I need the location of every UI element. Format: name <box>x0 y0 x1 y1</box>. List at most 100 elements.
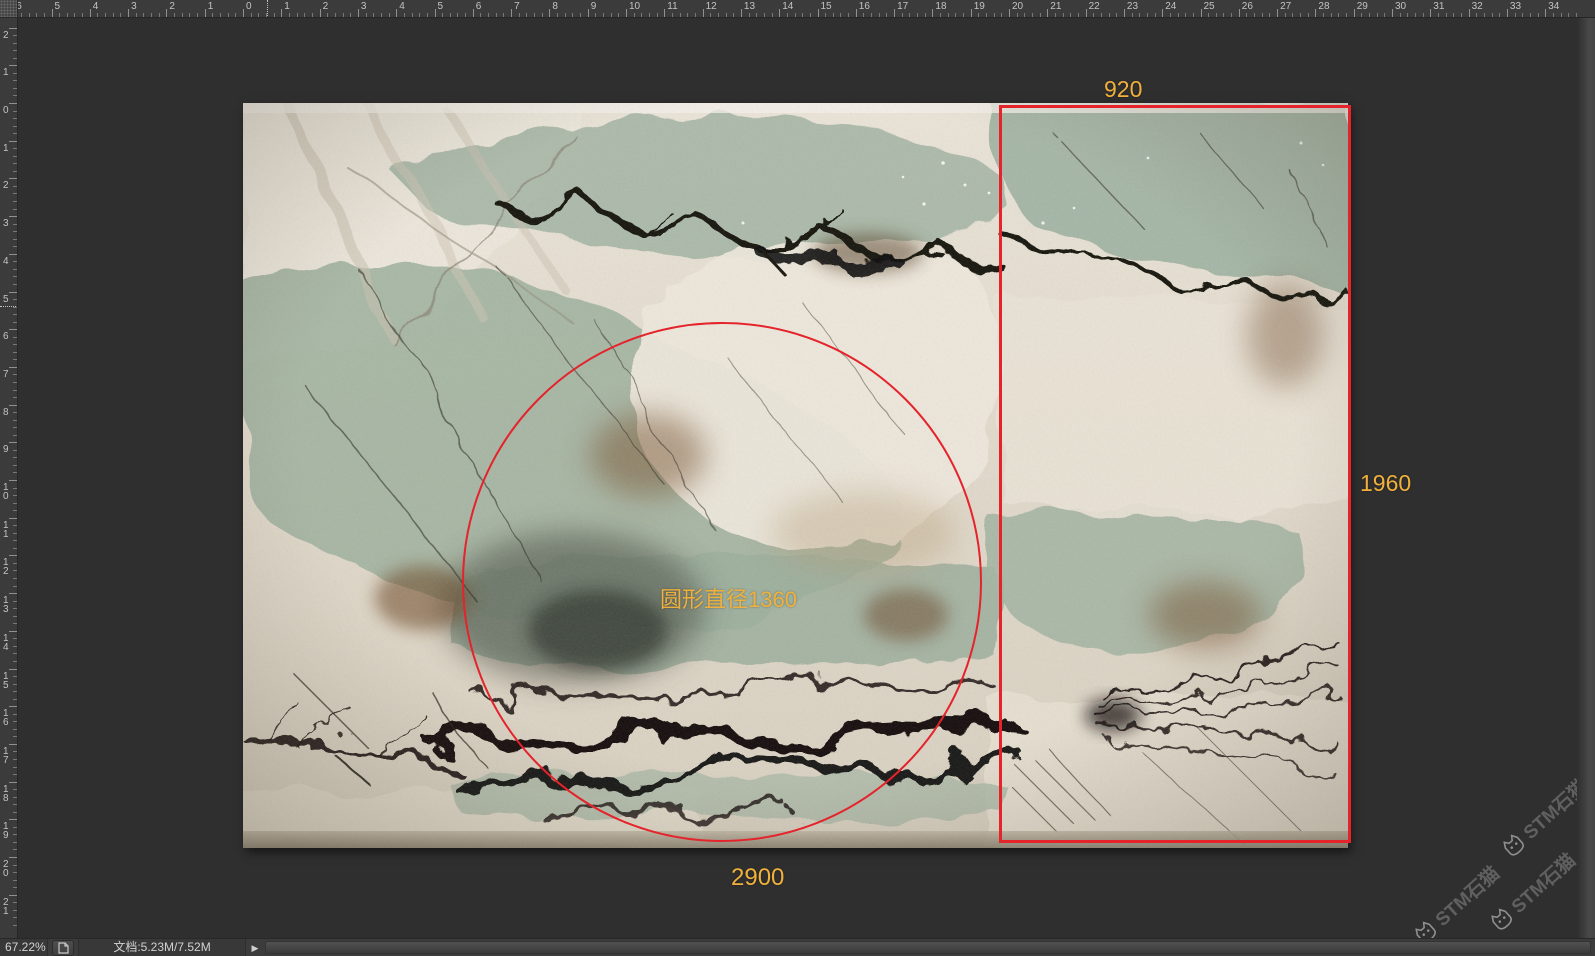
ruler-tick <box>1515 13 1516 17</box>
ruler-tick <box>1369 13 1370 17</box>
ruler-tick <box>9 141 17 142</box>
ruler-tick <box>13 616 17 617</box>
watermark: STM石猫 <box>1484 846 1580 936</box>
ruler-label: 1 4 <box>3 634 9 652</box>
ruler-tick <box>13 299 17 300</box>
ruler-tick <box>1093 13 1094 17</box>
ruler-tick <box>258 13 259 17</box>
ruler-tick <box>741 9 742 17</box>
ruler-tick <box>894 9 895 17</box>
ruler-tick <box>113 13 114 17</box>
ruler-label: 3 <box>3 219 9 228</box>
ruler-tick <box>9 292 17 293</box>
ruler-label: 22 <box>1089 1 1100 12</box>
ruler-tick <box>1400 13 1401 17</box>
ruler-tick <box>1315 9 1316 17</box>
ruler-tick <box>840 13 841 17</box>
ruler-tick <box>13 834 17 835</box>
ruler-tick <box>36 13 37 17</box>
ruler-tick <box>1346 13 1347 17</box>
ruler-label: 9 <box>591 1 597 12</box>
ruler-label: 8 <box>552 1 558 12</box>
ruler-label: 6 <box>476 1 482 12</box>
ruler-tick <box>13 239 17 240</box>
ruler-tick <box>1047 9 1048 17</box>
ruler-tick <box>795 13 796 17</box>
ruler-tick <box>266 13 267 17</box>
ruler-tick <box>13 759 17 760</box>
ruler-tick <box>1254 13 1255 17</box>
vertical-scrollbar[interactable] <box>1577 18 1595 938</box>
ruler-tick <box>13 601 17 602</box>
ruler-tick <box>396 9 397 17</box>
document-info-field[interactable]: 文档:5.23M/7.52M <box>78 939 246 956</box>
ruler-tick <box>9 103 17 104</box>
ruler-label: 25 <box>1204 1 1215 12</box>
ruler-tick <box>1377 13 1378 17</box>
ruler-tick <box>1522 13 1523 17</box>
ruler-origin-box[interactable] <box>0 0 18 18</box>
ruler-tick <box>496 13 497 17</box>
ruler-tick <box>1040 13 1041 17</box>
ruler-label: 1 <box>3 68 9 77</box>
ruler-label: 3 <box>131 1 137 12</box>
ruler-tick <box>13 276 17 277</box>
ruler-tick <box>13 261 17 262</box>
ruler-tick <box>986 13 987 17</box>
ruler-label: 33 <box>1510 1 1521 12</box>
horizontal-scrollbar[interactable] <box>265 941 1591 954</box>
ruler-tick <box>1017 13 1018 17</box>
ruler-tick <box>13 525 17 526</box>
left-ruler[interactable]: 2101234567891 01 11 21 31 41 51 61 71 81… <box>0 18 18 938</box>
ruler-tick <box>580 13 581 17</box>
ruler-label: 24 <box>1165 1 1176 12</box>
ruler-tick <box>764 13 765 17</box>
zoom-level-field[interactable]: 67.22% <box>0 939 48 956</box>
ruler-tick <box>1392 9 1393 17</box>
ruler-tick <box>174 13 175 17</box>
ruler-tick <box>879 13 880 17</box>
ruler-tick <box>932 9 933 17</box>
top-ruler-cursor-marker <box>267 0 268 18</box>
ruler-tick <box>641 13 642 17</box>
ruler-label: 12 <box>706 1 717 12</box>
ruler-tick <box>13 540 17 541</box>
ruler-tick <box>281 9 282 17</box>
ruler-tick <box>13 307 17 308</box>
ruler-tick <box>1561 13 1562 17</box>
ruler-label: 21 <box>1050 1 1061 12</box>
ruler-tick <box>1292 13 1293 17</box>
ruler-label: 1 <box>208 1 214 12</box>
ruler-tick <box>1484 13 1485 17</box>
ruler-tick <box>13 73 17 74</box>
ruler-tick <box>1155 13 1156 17</box>
ruler-tick <box>695 13 696 17</box>
ruler-tick <box>994 13 995 17</box>
ruler-tick <box>9 744 17 745</box>
ruler-tick <box>1407 13 1408 17</box>
ruler-tick <box>13 661 17 662</box>
ruler-tick <box>9 669 17 670</box>
ruler-label: 5 <box>55 1 61 12</box>
ruler-tick <box>13 118 17 119</box>
ruler-tick <box>13 148 17 149</box>
ruler-label: 1 <box>284 1 290 12</box>
ruler-tick <box>1063 13 1064 17</box>
ruler-tick <box>13 510 17 511</box>
status-options-arrow-icon[interactable]: ▶ <box>246 939 264 956</box>
ruler-tick <box>1055 13 1056 17</box>
ruler-tick <box>67 13 68 17</box>
ruler-tick <box>13 80 17 81</box>
ruler-tick <box>1132 13 1133 17</box>
top-width-label: 920 <box>1104 76 1142 103</box>
ruler-label: 2 0 <box>3 860 9 878</box>
ruler-tick <box>13 450 17 451</box>
ruler-tick <box>151 13 152 17</box>
ruler-tick <box>1178 13 1179 17</box>
ruler-tick <box>13 314 17 315</box>
ruler-tick <box>220 13 221 17</box>
ruler-label: 2 <box>3 181 9 190</box>
document-preview-button[interactable] <box>52 940 74 956</box>
top-ruler[interactable]: 6543210123456789101112131415161718192021… <box>18 0 1595 18</box>
ruler-tick <box>1024 13 1025 17</box>
